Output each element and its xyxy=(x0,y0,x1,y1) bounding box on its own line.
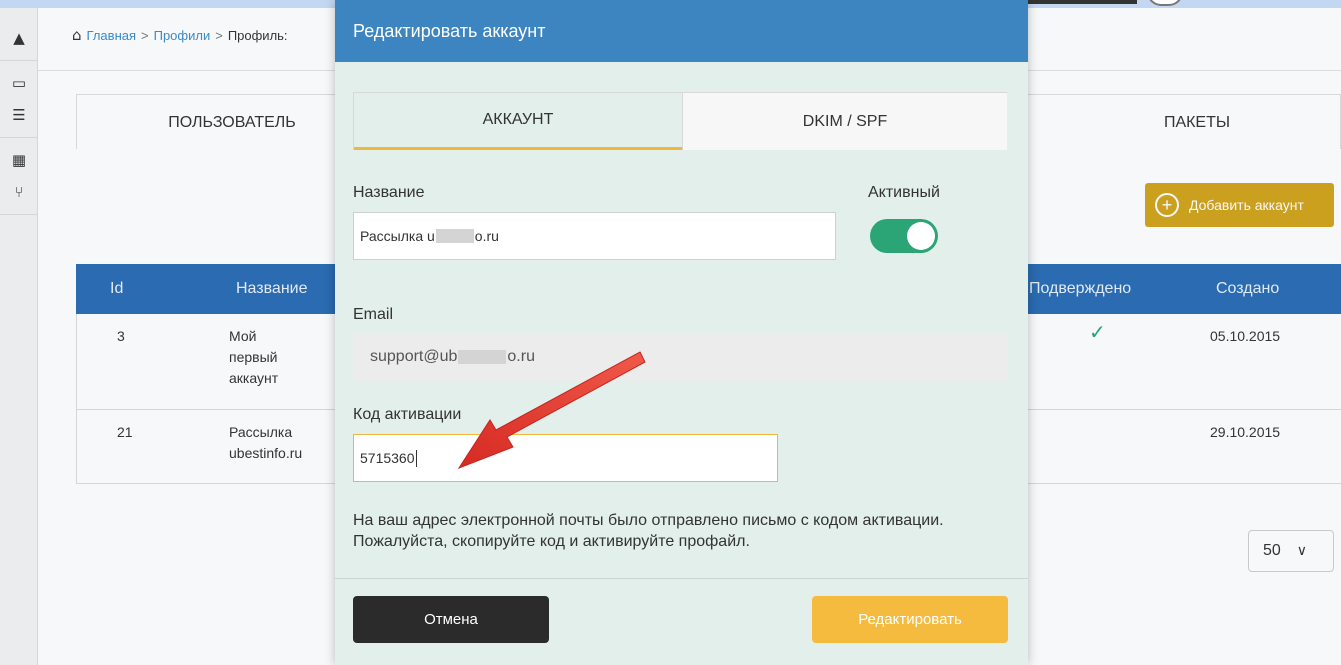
cancel-button[interactable]: Отмена xyxy=(353,596,549,643)
activation-note: На ваш адрес электронной почты было отпр… xyxy=(353,512,944,550)
name-label: Название xyxy=(353,184,425,201)
email-field: support@ub o.ru xyxy=(353,333,1007,381)
redacted-text xyxy=(458,350,507,364)
active-label: Активный xyxy=(868,184,940,201)
name-value-prefix: Рассылка u xyxy=(360,228,435,244)
name-value-suffix: o.ru xyxy=(474,228,499,244)
activation-code-label: Код активации xyxy=(353,406,462,423)
avatar[interactable] xyxy=(1147,0,1183,6)
modal-footer: Отмена Редактировать xyxy=(335,578,1028,665)
toggle-knob xyxy=(907,222,935,250)
name-field[interactable]: Рассылка u o.ru xyxy=(353,212,836,260)
tab-account[interactable]: АККАУНТ xyxy=(354,93,682,150)
activation-code-value: 5715360 xyxy=(360,450,415,466)
redacted-text xyxy=(435,229,474,243)
edit-account-modal: Редактировать аккаунт АККАУНТ DKIM / SPF… xyxy=(335,0,1028,665)
topbar-dark-segment xyxy=(1027,0,1137,4)
email-value-prefix: support@ub xyxy=(370,348,458,365)
modal-header: Редактировать аккаунт xyxy=(335,0,1028,62)
tab-dkim-spf[interactable]: DKIM / SPF xyxy=(682,93,1007,150)
modal-title: Редактировать аккаунт xyxy=(353,20,546,41)
active-toggle[interactable] xyxy=(870,219,938,253)
modal-tabs: АККАУНТ DKIM / SPF xyxy=(353,92,1007,150)
text-cursor xyxy=(415,449,417,467)
activation-code-field[interactable]: 5715360 xyxy=(353,434,778,482)
edit-submit-button[interactable]: Редактировать xyxy=(812,596,1008,643)
email-value-suffix: o.ru xyxy=(507,348,535,365)
email-label: Email xyxy=(353,306,394,323)
